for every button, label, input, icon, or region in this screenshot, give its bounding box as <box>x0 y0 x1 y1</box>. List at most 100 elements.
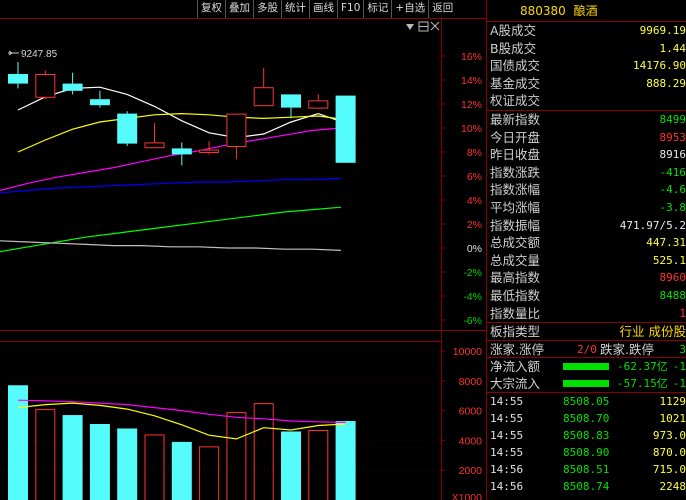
ma-line-ma120 <box>0 206 342 253</box>
price-tick-label: 8% <box>467 147 482 159</box>
index-stat-row: 最高指数 8960 <box>487 269 686 287</box>
index-stat-row: 昨日收盘 8916 <box>487 146 686 164</box>
tick-time: 14:55 <box>490 446 524 460</box>
candle <box>117 111 138 146</box>
candle <box>8 62 28 89</box>
candle-body <box>199 149 220 154</box>
tick-volume: 2248 <box>659 480 686 494</box>
tick-volume: 973.0 <box>652 429 686 443</box>
price-tick-label: 10% <box>461 123 482 135</box>
index-stat-value: 447.31 <box>646 236 686 250</box>
toggle-panel-icon[interactable] <box>418 21 429 32</box>
volume-bar <box>226 412 247 500</box>
index-stat-label: 今日开盘 <box>490 129 541 145</box>
candle-body <box>8 74 28 84</box>
volume-tick-label: 10000 <box>453 346 482 358</box>
tick-volume: 1129 <box>659 395 686 409</box>
tick-row: 14:56 8508.74 2248 <box>487 478 686 495</box>
price-tick-label: 4% <box>467 195 482 207</box>
candle-body <box>35 74 56 98</box>
turnover-value: 14176.90 <box>633 59 686 73</box>
tick-list[interactable]: 14:55 8508.05 1129 14:55 8508.70 1021 14:55 850… <box>487 392 686 495</box>
tick-row: 14:55 8508.83 973.0 <box>487 427 686 444</box>
volume-bar <box>117 428 138 500</box>
net-inflow-bar <box>563 363 609 371</box>
net-inflow-value: -62.37亿 <box>617 360 668 374</box>
index-stat-value: 8916 <box>659 148 686 162</box>
turnover-row: B股成交 1.44 <box>487 40 686 58</box>
index-stat-row: 指数量比 1 <box>487 305 686 323</box>
tick-time: 14:55 <box>490 429 524 443</box>
price-tick-label: 2% <box>467 219 482 231</box>
index-stat-label: 总成交额 <box>490 235 541 251</box>
index-stat-value: 8488 <box>659 288 686 302</box>
kline-chart[interactable]: 9247.85 16%14%12%10%8%6%4%2%0%-2%-4%-6% … <box>0 0 486 500</box>
index-stat-row: 最新指数 8499 <box>487 111 686 129</box>
turnover-row: A股成交 9969.19 <box>487 22 686 40</box>
candle <box>226 113 247 160</box>
index-stat-value: -416 <box>659 165 686 179</box>
index-stat-row: 总成交额 447.31 <box>487 234 686 252</box>
tick-price: 8508.83 <box>563 429 610 443</box>
block-inflow-label: 大宗流入 <box>490 375 541 391</box>
price-tick-label: 12% <box>461 99 482 111</box>
turnover-row: 权证成交 <box>487 92 686 110</box>
sector-label: 板指类型 <box>490 324 541 340</box>
index-stat-row: 总成交量 525.1 <box>487 252 686 270</box>
turnover-label: A股成交 <box>490 23 537 38</box>
ma-line-ma250 <box>0 240 342 251</box>
index-stat-label: 最新指数 <box>490 111 541 127</box>
turnover-section: A股成交 9969.19 B股成交 1.44 国债成交 14176.90 基金成交 888.2… <box>487 22 686 110</box>
block-inflow-value: -57.15亿 <box>617 376 668 390</box>
net-inflow-label: 净流入额 <box>490 359 541 375</box>
scroll-arrow-icon[interactable] <box>406 24 414 30</box>
turnover-row: 基金成交 888.29 <box>487 75 686 93</box>
panel-header: 880380 酿酒 <box>487 0 686 22</box>
price-tick-label: -2% <box>463 267 482 279</box>
price-tick-label: 14% <box>461 75 482 87</box>
index-stat-row: 指数涨跌 -416 <box>487 164 686 182</box>
candle <box>171 142 192 166</box>
candle-body <box>171 148 192 155</box>
index-stat-label: 最低指数 <box>490 287 541 303</box>
volume-bar <box>171 441 192 500</box>
down-count-label: 跌家.跌停 <box>600 341 654 357</box>
moving-average-lines <box>0 86 346 253</box>
sector-value: 行业 成份股 <box>619 324 686 340</box>
ma-line-ma60 <box>0 177 342 194</box>
volume-bar <box>281 431 301 500</box>
volume-bar <box>35 409 56 500</box>
candle-body <box>281 94 301 108</box>
volume-bar <box>8 385 28 500</box>
volume-tick-label: 4000 <box>459 435 483 447</box>
price-tick-label: -4% <box>463 291 482 303</box>
candle <box>335 95 356 163</box>
candle-body <box>253 87 274 107</box>
candle-body <box>335 95 356 163</box>
index-stat-label: 指数涨幅 <box>490 182 541 198</box>
turnover-value: 888.29 <box>646 76 686 90</box>
volume-bar <box>89 424 110 500</box>
tick-row: 14:55 8508.70 1021 <box>487 410 686 427</box>
index-stat-value: 471.97/5.2 <box>619 218 686 232</box>
close-chart-icon[interactable] <box>430 21 440 31</box>
index-stat-label: 指数涨跌 <box>490 164 541 180</box>
volume-bars <box>8 385 356 500</box>
candle-body <box>226 113 247 147</box>
tick-volume: 870.0 <box>652 446 686 460</box>
turnover-label: 基金成交 <box>490 75 541 91</box>
tick-price: 8508.74 <box>563 480 610 494</box>
candle <box>281 94 301 119</box>
index-stat-value: 525.1 <box>652 253 686 267</box>
candle <box>253 68 274 107</box>
candle-body <box>308 100 329 109</box>
index-stat-value: -3.8 <box>659 200 686 214</box>
updown-row: 涨家.涨停 2/0 跌家.跌停 3 <box>487 339 686 358</box>
net-inflow-row: 净流入额 -62.37亿 -1 <box>487 357 686 375</box>
index-stat-label: 指数振幅 <box>490 217 541 233</box>
candle <box>144 123 165 149</box>
volume-tick-label: 8000 <box>459 376 483 388</box>
block-inflow-extra: -1 <box>672 376 686 390</box>
index-stat-value: 1 <box>679 306 686 320</box>
tick-row: 14:55 8508.05 1129 <box>487 393 686 410</box>
